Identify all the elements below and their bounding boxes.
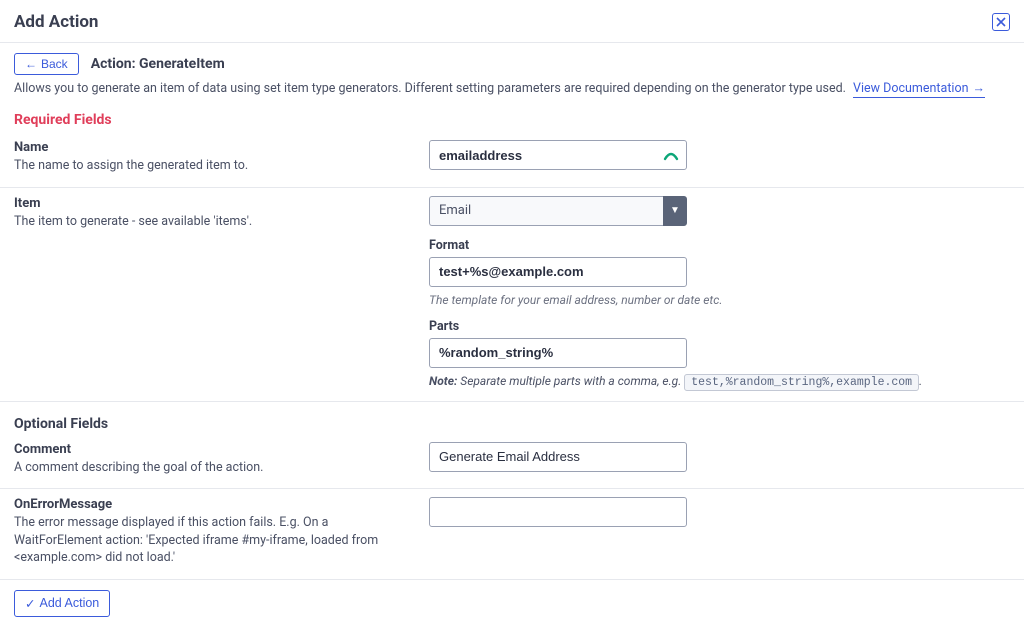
- format-hint: The template for your email address, num…: [429, 293, 1010, 307]
- page-title: Add Action: [14, 12, 98, 32]
- field-comment-label: Comment: [14, 442, 417, 457]
- parts-note-code: test,%random_string%,example.com: [684, 374, 919, 391]
- doc-link-label: View Documentation: [853, 81, 968, 96]
- back-button-label: Back: [41, 57, 68, 71]
- field-name-desc: The name to assign the generated item to…: [14, 157, 417, 175]
- add-action-button[interactable]: ✓ Add Action: [14, 590, 110, 617]
- field-item-desc: The item to generate - see available 'it…: [14, 213, 417, 231]
- item-select-value: Email: [429, 196, 663, 226]
- required-fields-label: Required Fields: [0, 104, 1024, 132]
- parts-input[interactable]: [429, 338, 687, 368]
- comment-input[interactable]: [429, 442, 687, 472]
- chevron-down-icon[interactable]: ▼: [663, 196, 687, 226]
- item-select[interactable]: Email ▼: [429, 196, 687, 226]
- parts-note: Note: Separate multiple parts with a com…: [429, 374, 1010, 389]
- field-name-label: Name: [14, 140, 417, 155]
- arrow-right-icon: →: [972, 81, 985, 96]
- format-input[interactable]: [429, 257, 687, 287]
- onerror-input[interactable]: [429, 497, 687, 527]
- optional-fields-label: Optional Fields: [0, 402, 1024, 442]
- status-ok-icon: [663, 147, 679, 167]
- field-onerror-desc: The error message displayed if this acti…: [14, 514, 417, 567]
- close-button[interactable]: [992, 13, 1010, 31]
- check-icon: ✓: [25, 596, 35, 611]
- arrow-left-icon: ←: [25, 57, 37, 71]
- back-button[interactable]: ← Back: [14, 53, 79, 75]
- field-onerror-label: OnErrorMessage: [14, 497, 417, 512]
- name-input[interactable]: [429, 140, 687, 170]
- parts-label: Parts: [429, 319, 1010, 334]
- format-label: Format: [429, 238, 1010, 253]
- add-action-label: Add Action: [39, 596, 99, 610]
- action-title: Action: GenerateItem: [91, 56, 225, 72]
- description-text: Allows you to generate an item of data u…: [14, 81, 846, 96]
- close-icon: [996, 17, 1006, 27]
- view-documentation-link[interactable]: View Documentation →: [853, 81, 985, 98]
- field-item-label: Item: [14, 196, 417, 211]
- field-comment-desc: A comment describing the goal of the act…: [14, 459, 417, 477]
